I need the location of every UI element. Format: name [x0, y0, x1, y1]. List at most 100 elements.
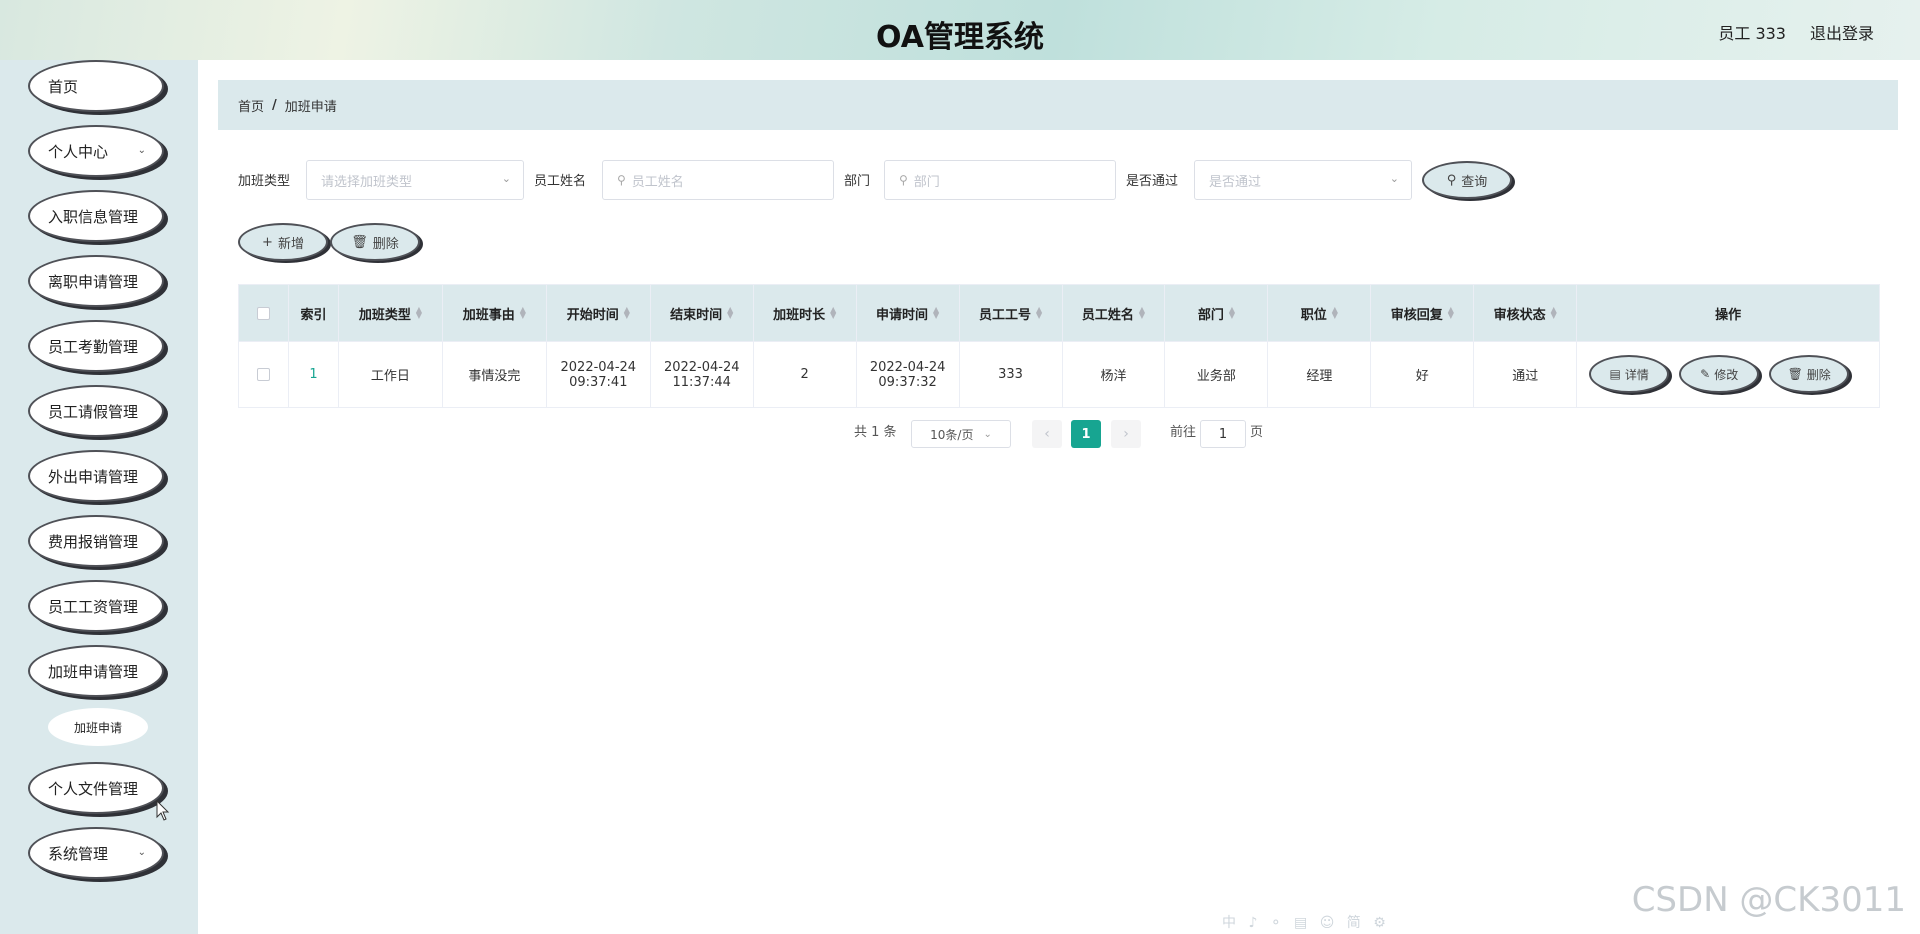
row-checkbox[interactable]	[239, 342, 289, 407]
batch-delete-button[interactable]: 🗑 删除	[330, 223, 420, 261]
chevron-down-icon: ⌄	[501, 172, 511, 185]
document-icon: ▤	[1609, 367, 1621, 381]
table-row: 1 工作日 事情没完 2022-04-24 09:37:41 2022-04-24…	[239, 341, 1879, 407]
sort-icon[interactable]: ▲ ▼	[1551, 306, 1557, 320]
sidebar-item-home[interactable]: 首页	[28, 60, 164, 112]
edit-button[interactable]: ✎ 修改	[1679, 355, 1760, 393]
search-icon: ⚲	[617, 173, 626, 187]
select-all-checkbox[interactable]	[239, 285, 289, 341]
cell-emp-name: 杨洋	[1063, 342, 1166, 407]
sidebar-item-salary[interactable]: 员工工资管理	[28, 580, 164, 632]
cell-index: 1	[289, 342, 339, 407]
sidebar-item-label: 离职申请管理	[48, 272, 139, 291]
column-header[interactable]: 加班时长 ▲ ▼	[754, 285, 857, 341]
sidebar-item-label: 入职信息管理	[48, 207, 139, 226]
sidebar-item-label: 外出申请管理	[48, 467, 139, 486]
sidebar-item-outing[interactable]: 外出申请管理	[28, 450, 164, 502]
column-header[interactable]: 申请时间 ▲ ▼	[857, 285, 960, 341]
sidebar-item-label: 首页	[48, 77, 79, 96]
column-header[interactable]: 职位 ▲ ▼	[1268, 285, 1372, 341]
current-user: 员工 333	[1718, 24, 1786, 43]
sidebar-item-personal-files[interactable]: 个人文件管理	[28, 762, 164, 814]
ime-toolbar: 中 ♪ ⚬ ▤ ☺ 简 ⚙	[1222, 915, 1390, 931]
sort-icon[interactable]: ▲ ▼	[933, 306, 939, 320]
sidebar-item-resignation[interactable]: 离职申请管理	[28, 255, 164, 307]
prev-page-button[interactable]: ‹	[1032, 420, 1062, 448]
cell-type: 工作日	[339, 342, 443, 407]
sidebar-item-system[interactable]: 系统管理 ⌄	[28, 827, 164, 879]
total-count: 共 1 条	[854, 425, 897, 440]
next-page-button[interactable]: ›	[1111, 420, 1141, 448]
pencil-icon: ✎	[1700, 367, 1711, 381]
sidebar-item-personal-center[interactable]: 个人中心 ⌄	[28, 125, 164, 177]
column-header[interactable]: 审核回复 ▲ ▼	[1371, 285, 1475, 341]
sidebar-item-label: 加班申请管理	[48, 662, 139, 681]
sort-icon[interactable]: ▲ ▼	[1448, 306, 1454, 320]
column-header[interactable]: 开始时间 ▲ ▼	[547, 285, 651, 341]
cell-dept: 业务部	[1165, 342, 1269, 407]
query-button[interactable]: ⚲ 查询	[1422, 161, 1512, 199]
app-title: OA管理系统	[876, 20, 1044, 55]
breadcrumb-home[interactable]: 首页	[238, 96, 264, 115]
page-size-select[interactable]: 10条/页 ⌄	[911, 420, 1011, 448]
approved-select[interactable]: 是否通过 ⌄	[1194, 160, 1412, 200]
employee-name-input[interactable]: ⚲ 员工姓名	[602, 160, 834, 200]
sort-icon[interactable]: ▲ ▼	[624, 306, 630, 320]
column-header[interactable]: 员工姓名 ▲ ▼	[1063, 285, 1166, 341]
sidebar-item-label: 员工考勤管理	[48, 337, 139, 356]
column-header[interactable]: 员工工号 ▲ ▼	[960, 285, 1063, 341]
search-icon: ⚲	[1446, 172, 1457, 188]
overtime-table: 索引 加班类型 ▲ ▼ 加班事由 ▲ ▼ 开始时间 ▲ ▼ 结束时间 ▲ ▼ 加班时长 ▲ ▼ 申请…	[238, 284, 1880, 408]
chevron-down-icon: ⌄	[1389, 172, 1399, 185]
sidebar-item-leave[interactable]: 员工请假管理	[28, 385, 164, 437]
column-header[interactable]: 部门 ▲ ▼	[1165, 285, 1269, 341]
sort-icon[interactable]: ▲ ▼	[1332, 306, 1338, 320]
sort-icon[interactable]: ▲ ▼	[727, 306, 733, 320]
chevron-down-icon: ⌄	[983, 428, 992, 440]
sort-icon[interactable]: ▲ ▼	[1036, 306, 1042, 320]
sort-icon[interactable]: ▲ ▼	[1139, 306, 1145, 320]
sort-icon[interactable]: ▲ ▼	[416, 306, 422, 320]
table-header-row: 索引 加班类型 ▲ ▼ 加班事由 ▲ ▼ 开始时间 ▲ ▼ 结束时间 ▲ ▼ 加班时长 ▲ ▼ 申请…	[239, 285, 1879, 341]
column-header[interactable]: 结束时间 ▲ ▼	[651, 285, 754, 341]
column-header[interactable]: 加班事由 ▲ ▼	[443, 285, 547, 341]
name-label: 员工姓名	[534, 174, 587, 189]
sort-icon[interactable]: ▲ ▼	[1229, 306, 1235, 320]
plus-icon: +	[262, 234, 273, 250]
sidebar-item-label: 员工请假管理	[48, 402, 139, 421]
sidebar-item-overtime[interactable]: 加班申请管理	[28, 645, 164, 697]
logout-link[interactable]: 退出登录	[1810, 20, 1874, 44]
watermark: CSDN @CK3011	[1631, 880, 1906, 920]
sidebar-subitem-overtime-apply[interactable]: 加班申请	[48, 708, 148, 746]
type-placeholder: 请选择加班类型	[321, 174, 413, 190]
column-header[interactable]: 加班类型 ▲ ▼	[339, 285, 443, 341]
delete-button[interactable]: 🗑 删除	[1769, 355, 1850, 393]
add-button-label: 新增	[277, 236, 304, 252]
app-header: OA管理系统 员工 333 退出登录	[0, 0, 1920, 60]
sidebar-item-onboarding[interactable]: 入职信息管理	[28, 190, 164, 242]
column-header: 索引	[289, 285, 339, 341]
cell-reply: 好	[1371, 342, 1475, 407]
sidebar-item-label: 员工工资管理	[48, 597, 139, 616]
page-number-active[interactable]: 1	[1071, 420, 1101, 448]
add-button[interactable]: + 新增	[238, 223, 328, 261]
sidebar-item-label: 个人文件管理	[48, 779, 139, 798]
chevron-left-icon: ‹	[1044, 426, 1050, 442]
sidebar-item-label: 费用报销管理	[48, 532, 139, 551]
sidebar-item-attendance[interactable]: 员工考勤管理	[28, 320, 164, 372]
cell-status: 通过	[1474, 342, 1578, 407]
sidebar-item-label: 系统管理	[48, 844, 109, 863]
cell-position: 经理	[1268, 342, 1372, 407]
sidebar-item-expense[interactable]: 费用报销管理	[28, 515, 164, 567]
sort-icon[interactable]: ▲ ▼	[520, 306, 526, 320]
query-button-label: 查询	[1461, 174, 1488, 190]
overtime-type-select[interactable]: 请选择加班类型 ⌄	[306, 160, 524, 200]
sort-icon[interactable]: ▲ ▼	[830, 306, 836, 320]
pass-label: 是否通过	[1126, 174, 1179, 189]
goto-page-input[interactable]: 1	[1200, 420, 1246, 448]
column-header[interactable]: 审核状态 ▲ ▼	[1474, 285, 1578, 341]
detail-button[interactable]: ▤ 详情	[1589, 355, 1670, 393]
cell-actions: ▤ 详情 ✎ 修改 🗑 删除	[1577, 342, 1879, 407]
breadcrumb-separator: /	[272, 97, 277, 113]
department-input[interactable]: ⚲ 部门	[884, 160, 1116, 200]
